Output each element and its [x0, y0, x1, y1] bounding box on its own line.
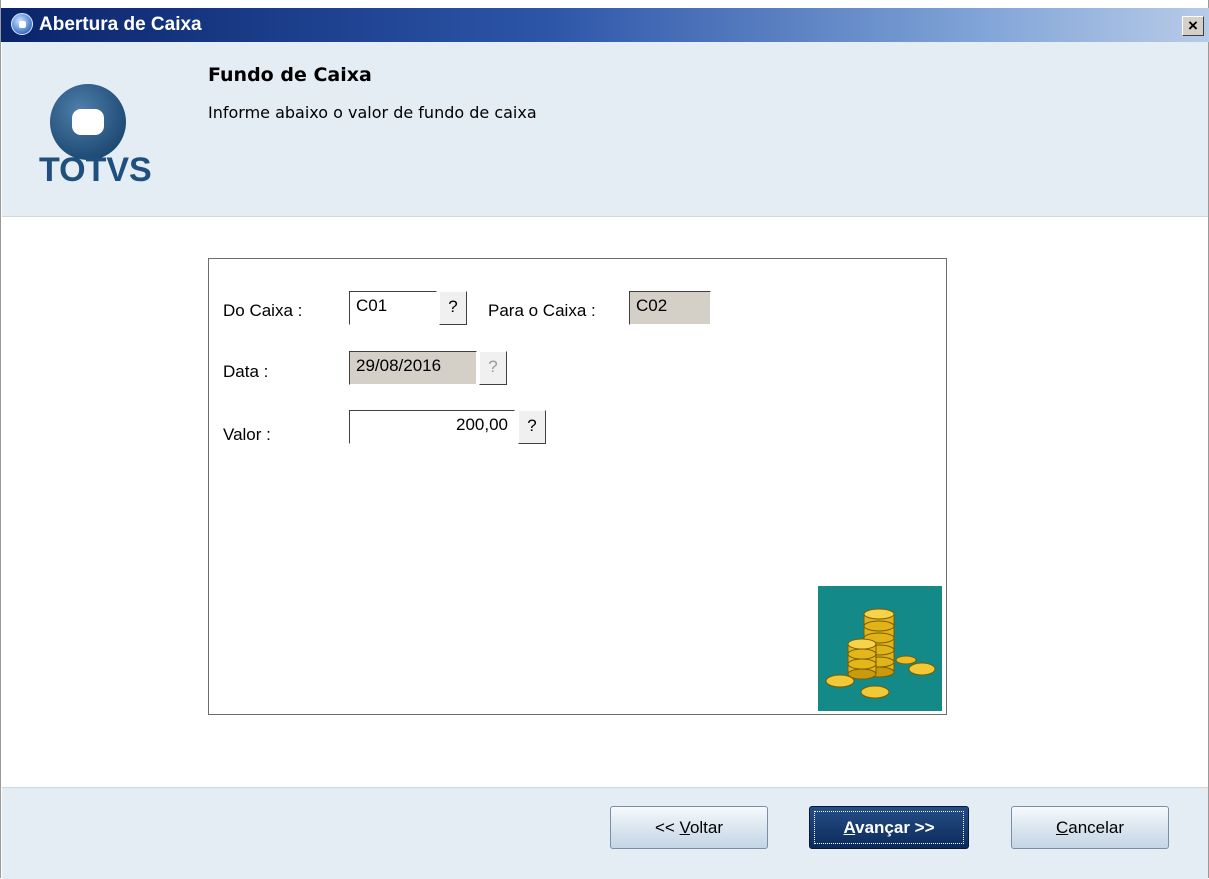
cancelar-mnemonic: C	[1055, 818, 1069, 837]
cancelar-button[interactable]: Cancelar	[1011, 806, 1169, 849]
data-field: 29/08/2016	[349, 351, 477, 385]
do-caixa-help-button[interactable]: ?	[439, 291, 467, 325]
window-title: Abertura de Caixa	[39, 14, 202, 35]
focus-ring	[814, 811, 964, 844]
valor-help-button[interactable]: ?	[518, 410, 546, 444]
page-title: Fundo de Caixa	[208, 64, 372, 86]
avancar-button[interactable]: Avançar >>	[809, 806, 969, 849]
voltar-label: oltar	[689, 818, 724, 837]
wizard-header	[2, 42, 1208, 217]
voltar-prefix: <<	[654, 818, 680, 837]
cancelar-label: ancelar	[1068, 818, 1125, 837]
voltar-button[interactable]: << Voltar	[610, 806, 768, 849]
title-bar: Abertura de Caixa ×	[1, 8, 1209, 42]
voltar-mnemonic: V	[679, 818, 690, 837]
para-caixa-label: Para o Caixa :	[488, 301, 596, 320]
do-caixa-label: Do Caixa :	[223, 301, 303, 320]
abertura-de-caixa-window: Abertura de Caixa × TOTVS Fundo de Caixa…	[0, 0, 1209, 879]
valor-label: Valor :	[223, 425, 271, 444]
totvs-logo-icon	[50, 84, 126, 160]
valor-input[interactable]: 200,00	[349, 410, 515, 444]
page-subtitle: Informe abaixo o valor de fundo de caixa	[208, 103, 537, 122]
coins-icon	[818, 586, 942, 711]
app-icon	[11, 13, 33, 35]
close-button[interactable]: ×	[1182, 16, 1204, 36]
data-label: Data :	[223, 362, 269, 381]
para-caixa-field: C02	[629, 291, 711, 325]
do-caixa-input[interactable]: C01	[349, 291, 437, 325]
data-help-button: ?	[479, 351, 507, 385]
totvs-logo-text: TOTVS	[39, 151, 152, 189]
